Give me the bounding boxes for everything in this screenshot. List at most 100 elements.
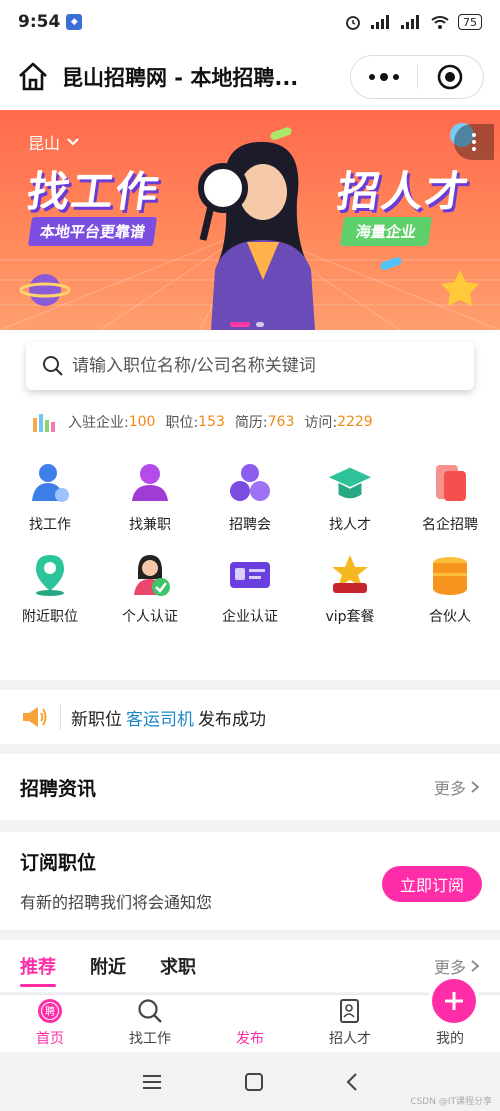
notice-suffix: 发布成功 <box>198 709 266 730</box>
search-icon <box>136 997 164 1025</box>
signal-icon <box>371 15 389 29</box>
section-title: 招聘资讯 <box>20 777 97 800</box>
news-section: 招聘资讯 更多 <box>0 754 500 820</box>
banner-tagline-right: 海量企业 <box>339 217 433 246</box>
stat-value: 2229 <box>337 414 373 430</box>
home-icon[interactable] <box>16 60 50 94</box>
stat-label: 简历: <box>234 415 268 431</box>
tab-recommend[interactable]: 推荐 <box>20 953 56 987</box>
menu-item-famous-company[interactable]: 名企招聘 <box>400 460 500 540</box>
menu-label: 附近职位 <box>22 609 78 625</box>
nav-label: 找工作 <box>129 1031 171 1047</box>
city-name: 昆山 <box>28 134 61 153</box>
stat-label: 入驻企业: <box>68 415 129 431</box>
stat-value: 763 <box>267 414 295 430</box>
partner-icon <box>427 552 473 598</box>
megaphone-icon <box>23 707 47 727</box>
status-bar: 9:54 ◆ 75 <box>0 0 500 44</box>
tab-nearby[interactable]: 附近 <box>90 953 126 979</box>
banner-headline-left: 找工作 <box>24 167 164 216</box>
feature-menu-grid: 找工作 找兼职 招聘会 找人才 名企招聘 附近职位 个人认证 企业认证 vip套… <box>0 460 500 632</box>
menu-label: 招聘会 <box>229 517 271 533</box>
banner-character-illustration <box>198 141 315 330</box>
mini-program-titlebar: 昆山招聘网 - 本地招聘... <box>0 44 500 110</box>
nav-label: 我的 <box>436 1031 464 1047</box>
chevron-right-icon <box>471 781 480 793</box>
search-bar[interactable] <box>26 342 474 390</box>
famous-company-icon <box>427 460 473 506</box>
publish-plus-button[interactable] <box>428 975 480 1027</box>
home-badge-icon: 聘 <box>36 997 64 1025</box>
resume-icon <box>336 997 364 1025</box>
subscribe-section: 订阅职位 有新的招聘我们将会通知您 立即订阅 <box>0 832 500 930</box>
menu-item-nearby-jobs[interactable]: 附近职位 <box>0 552 100 632</box>
system-navigation-bar: CSDN @IT课程分享 <box>0 1052 500 1111</box>
home-square-icon[interactable] <box>244 1072 264 1092</box>
menu-item-part-time[interactable]: 找兼职 <box>100 460 200 540</box>
banner-headline-right: 招人才 <box>334 167 474 216</box>
app-notification-icon: ◆ <box>66 14 83 30</box>
status-indicators: 75 <box>344 13 482 31</box>
part-time-icon <box>127 460 173 506</box>
job-fair-icon <box>227 460 273 506</box>
news-more-link[interactable]: 更多 <box>434 775 480 799</box>
vip-crown-icon <box>327 552 373 598</box>
page-title: 昆山招聘网 - 本地招聘... <box>62 66 299 90</box>
menu-label: 找兼职 <box>129 517 171 533</box>
menu-item-find-talent[interactable]: 找人才 <box>300 460 400 540</box>
menu-item-company-verify[interactable]: 企业认证 <box>200 552 300 632</box>
menu-item-find-job[interactable]: 找工作 <box>0 460 100 540</box>
stat-value: 100 <box>128 414 156 430</box>
menu-item-partner[interactable]: 合伙人 <box>400 552 500 632</box>
home-badge-text: 聘 <box>45 1005 55 1018</box>
more-options-button[interactable] <box>351 73 417 81</box>
search-input[interactable] <box>72 356 452 376</box>
target-close-icon <box>437 64 463 90</box>
bar-chart-icon <box>33 414 55 432</box>
tab-job-seeking[interactable]: 求职 <box>160 953 196 979</box>
menu-item-job-fair[interactable]: 招聘会 <box>200 460 300 540</box>
main-content: 入驻企业:100 职位:153 简历:763 访问:2229 找工作 找兼职 招… <box>0 330 500 680</box>
subscribe-button[interactable]: 立即订阅 <box>382 866 482 902</box>
stat-label: 职位: <box>165 415 199 431</box>
nav-find-talent[interactable]: 招人才 <box>300 995 400 1052</box>
watermark-text: CSDN @IT课程分享 <box>410 1097 492 1107</box>
site-stats: 入驻企业: 100 职位: 153 简历: 763 访问: 2229 <box>32 412 383 432</box>
notice-job-link[interactable]: 客运司机 <box>126 705 194 730</box>
carousel-indicator <box>230 322 264 327</box>
city-selector[interactable]: 昆山 <box>28 130 80 154</box>
bottom-tab-bar: 聘 首页 找工作 发布 招人才 我的 <box>0 975 500 1052</box>
wifi-icon <box>431 16 449 29</box>
menu-item-personal-verify[interactable]: 个人认证 <box>100 552 200 632</box>
chevron-right-icon <box>471 960 480 972</box>
menu-label: 找工作 <box>29 517 71 533</box>
talent-icon <box>327 460 373 506</box>
notice-divider <box>60 704 61 730</box>
personal-verify-icon <box>127 552 173 598</box>
search-icon <box>43 356 63 376</box>
menu-label: vip套餐 <box>325 609 375 625</box>
nav-home[interactable]: 聘 首页 <box>0 995 100 1052</box>
close-miniprogram-button[interactable] <box>418 64 484 90</box>
promo-banner[interactable]: 昆山 找工作 本地平台更靠谱 招人才 海量企业 <box>0 110 500 330</box>
banner-more-button[interactable] <box>454 124 494 160</box>
status-time: 9:54 <box>18 12 61 32</box>
app-screen: 9:54 ◆ 75 昆山招聘网 - 本地招聘... 昆山 找工作 本地平台更靠谱… <box>0 0 500 1111</box>
nav-label: 招人才 <box>329 1031 371 1047</box>
menu-icon[interactable] <box>141 1073 163 1091</box>
alarm-icon <box>346 16 360 30</box>
job-seeker-icon <box>27 460 73 506</box>
menu-label: 名企招聘 <box>422 517 478 533</box>
nearby-location-icon <box>27 552 73 598</box>
menu-item-vip[interactable]: vip套餐 <box>300 552 400 632</box>
stat-value: 153 <box>198 414 225 430</box>
menu-label: 合伙人 <box>429 609 471 625</box>
back-icon[interactable] <box>345 1072 359 1092</box>
banner-tagline-left: 本地平台更靠谱 <box>27 217 158 246</box>
company-verify-icon <box>227 552 273 598</box>
battery-icon: 75 <box>458 14 482 30</box>
nav-publish[interactable]: 发布 <box>200 975 480 1052</box>
menu-label: 个人认证 <box>122 609 178 625</box>
nav-find-job[interactable]: 找工作 <box>100 995 200 1052</box>
announcement-bar[interactable]: 新职位 客运司机 发布成功 <box>0 690 500 744</box>
